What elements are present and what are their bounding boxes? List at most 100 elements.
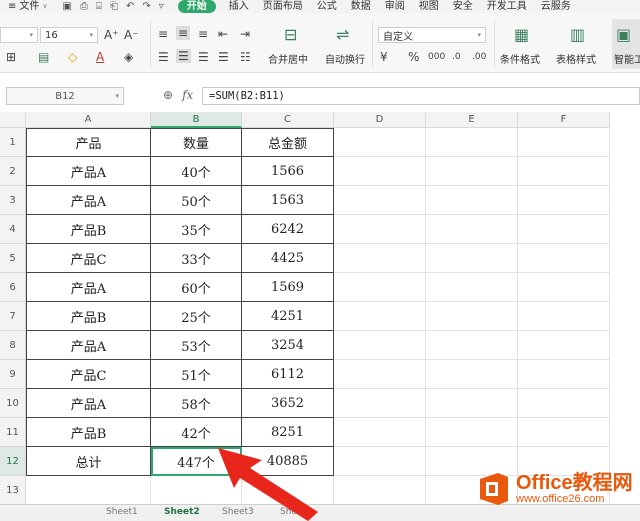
cell-d5[interactable] bbox=[334, 244, 426, 273]
cell-a9[interactable]: 产品C bbox=[26, 360, 151, 389]
justify-icon[interactable]: ☰ bbox=[218, 50, 229, 64]
cell-a3[interactable]: 产品A bbox=[26, 186, 151, 215]
column-header-e[interactable]: E bbox=[426, 112, 518, 128]
table-style-icon[interactable]: ▥ bbox=[570, 25, 585, 44]
increase-decimal-icon[interactable]: .0 bbox=[452, 50, 461, 64]
tab-view[interactable]: 视图 bbox=[412, 0, 446, 13]
column-header-d[interactable]: D bbox=[334, 112, 426, 128]
cell-f5[interactable] bbox=[518, 244, 610, 273]
row-header-10[interactable]: 10 bbox=[0, 389, 26, 418]
formula-input[interactable]: =SUM(B2:B11) bbox=[202, 87, 640, 105]
cell-a1[interactable]: 产品 bbox=[26, 128, 151, 157]
smart-toolbox-button[interactable]: ▣ 智能工具箱 bbox=[612, 19, 640, 69]
zoom-icon[interactable]: ⊕ bbox=[163, 88, 173, 102]
percent-icon[interactable]: % bbox=[408, 50, 419, 64]
cell-b1[interactable]: 数量 bbox=[151, 128, 242, 157]
auto-wrap-icon[interactable]: ⇌ bbox=[336, 25, 349, 44]
cell-c8[interactable]: 3254 bbox=[242, 331, 334, 360]
cell-c10[interactable]: 3652 bbox=[242, 389, 334, 418]
align-bottom-icon[interactable]: ≡ bbox=[198, 27, 208, 41]
row-header-11[interactable]: 11 bbox=[0, 418, 26, 447]
clear-format-icon[interactable]: ◈ bbox=[124, 50, 133, 64]
cell-a12[interactable]: 总计 bbox=[26, 447, 151, 476]
row-header-5[interactable]: 5 bbox=[0, 244, 26, 273]
tab-data[interactable]: 数据 bbox=[344, 0, 378, 13]
conditional-format-label[interactable]: 条件格式 bbox=[500, 51, 540, 66]
cell-d10[interactable] bbox=[334, 389, 426, 418]
cell-c3[interactable]: 1563 bbox=[242, 186, 334, 215]
sheet-tab[interactable]: Sheet1 bbox=[106, 507, 138, 517]
cell-b10[interactable]: 58个 bbox=[151, 389, 242, 418]
tab-security[interactable]: 安全 bbox=[446, 0, 480, 13]
cell-c2[interactable]: 1566 bbox=[242, 157, 334, 186]
align-top-icon[interactable]: ≡ bbox=[158, 27, 168, 41]
file-menu[interactable]: ≡ 文件 ∨ bbox=[0, 0, 55, 13]
tab-insert[interactable]: 插入 bbox=[222, 0, 256, 13]
decrease-font-icon[interactable]: A⁻ bbox=[124, 28, 139, 42]
cell-d1[interactable] bbox=[334, 128, 426, 157]
cell-b9[interactable]: 51个 bbox=[151, 360, 242, 389]
cell-e9[interactable] bbox=[426, 360, 518, 389]
column-header-f[interactable]: F bbox=[518, 112, 610, 128]
cell-d2[interactable] bbox=[334, 157, 426, 186]
row-header-4[interactable]: 4 bbox=[0, 215, 26, 244]
cell-d13[interactable] bbox=[334, 476, 426, 504]
cell-b2[interactable]: 40个 bbox=[151, 157, 242, 186]
sheet-tab-active[interactable]: Sheet2 bbox=[164, 507, 200, 517]
redo-icon[interactable]: ↷ bbox=[142, 1, 150, 12]
row-header-12[interactable]: 12 bbox=[0, 447, 26, 476]
distribute-icon[interactable]: ☷ bbox=[240, 50, 251, 64]
cell-f8[interactable] bbox=[518, 331, 610, 360]
cell-c4[interactable]: 6242 bbox=[242, 215, 334, 244]
undo-icon[interactable]: ↶ bbox=[126, 1, 134, 12]
cell-e1[interactable] bbox=[426, 128, 518, 157]
cell-c1[interactable]: 总金额 bbox=[242, 128, 334, 157]
cell-a10[interactable]: 产品A bbox=[26, 389, 151, 418]
tab-formulas[interactable]: 公式 bbox=[310, 0, 344, 13]
row-header-8[interactable]: 8 bbox=[0, 331, 26, 360]
more-icon[interactable]: ▿ bbox=[159, 1, 164, 12]
cell-f10[interactable] bbox=[518, 389, 610, 418]
cell-f4[interactable] bbox=[518, 215, 610, 244]
font-color-icon[interactable]: A bbox=[96, 50, 104, 64]
print-icon[interactable]: ⎙ bbox=[80, 1, 88, 12]
cell-b6[interactable]: 60个 bbox=[151, 273, 242, 302]
save-icon[interactable]: ▣ bbox=[63, 1, 72, 12]
cell-b5[interactable]: 33个 bbox=[151, 244, 242, 273]
cell-d4[interactable] bbox=[334, 215, 426, 244]
align-left-icon[interactable]: ☰ bbox=[158, 50, 169, 64]
cell-a2[interactable]: 产品A bbox=[26, 157, 151, 186]
column-header-a[interactable]: A bbox=[26, 112, 151, 128]
cell-d3[interactable] bbox=[334, 186, 426, 215]
select-all-corner[interactable] bbox=[0, 112, 26, 128]
cell-d11[interactable] bbox=[334, 418, 426, 447]
cell-b4[interactable]: 35个 bbox=[151, 215, 242, 244]
row-header-9[interactable]: 9 bbox=[0, 360, 26, 389]
cell-a5[interactable]: 产品C bbox=[26, 244, 151, 273]
cell-e5[interactable] bbox=[426, 244, 518, 273]
tab-page-layout[interactable]: 页面布局 bbox=[256, 0, 310, 13]
cell-f2[interactable] bbox=[518, 157, 610, 186]
cell-a4[interactable]: 产品B bbox=[26, 215, 151, 244]
cell-e11[interactable] bbox=[426, 418, 518, 447]
cell-a13[interactable] bbox=[26, 476, 151, 504]
cell-c6[interactable]: 1569 bbox=[242, 273, 334, 302]
cell-e3[interactable] bbox=[426, 186, 518, 215]
row-header-2[interactable]: 2 bbox=[0, 157, 26, 186]
column-header-c[interactable]: C bbox=[242, 112, 334, 128]
increase-font-icon[interactable]: A⁺ bbox=[104, 28, 119, 42]
export-pdf-icon[interactable]: ⎗ bbox=[110, 1, 118, 12]
row-header-7[interactable]: 7 bbox=[0, 302, 26, 331]
indent-increase-icon[interactable]: ⇥ bbox=[240, 27, 250, 41]
indent-decrease-icon[interactable]: ⇤ bbox=[218, 27, 228, 41]
cell-a8[interactable]: 产品A bbox=[26, 331, 151, 360]
cell-f9[interactable] bbox=[518, 360, 610, 389]
cell-e4[interactable] bbox=[426, 215, 518, 244]
currency-icon[interactable]: ¥ bbox=[380, 50, 388, 64]
cell-b8[interactable]: 53个 bbox=[151, 331, 242, 360]
cell-d12[interactable] bbox=[334, 447, 426, 476]
decrease-decimal-icon[interactable]: .00 bbox=[472, 50, 486, 64]
table-style-label[interactable]: 表格样式 bbox=[556, 51, 596, 66]
column-header-b[interactable]: B bbox=[151, 112, 242, 128]
font-family-select[interactable]: ▾ bbox=[0, 27, 38, 43]
